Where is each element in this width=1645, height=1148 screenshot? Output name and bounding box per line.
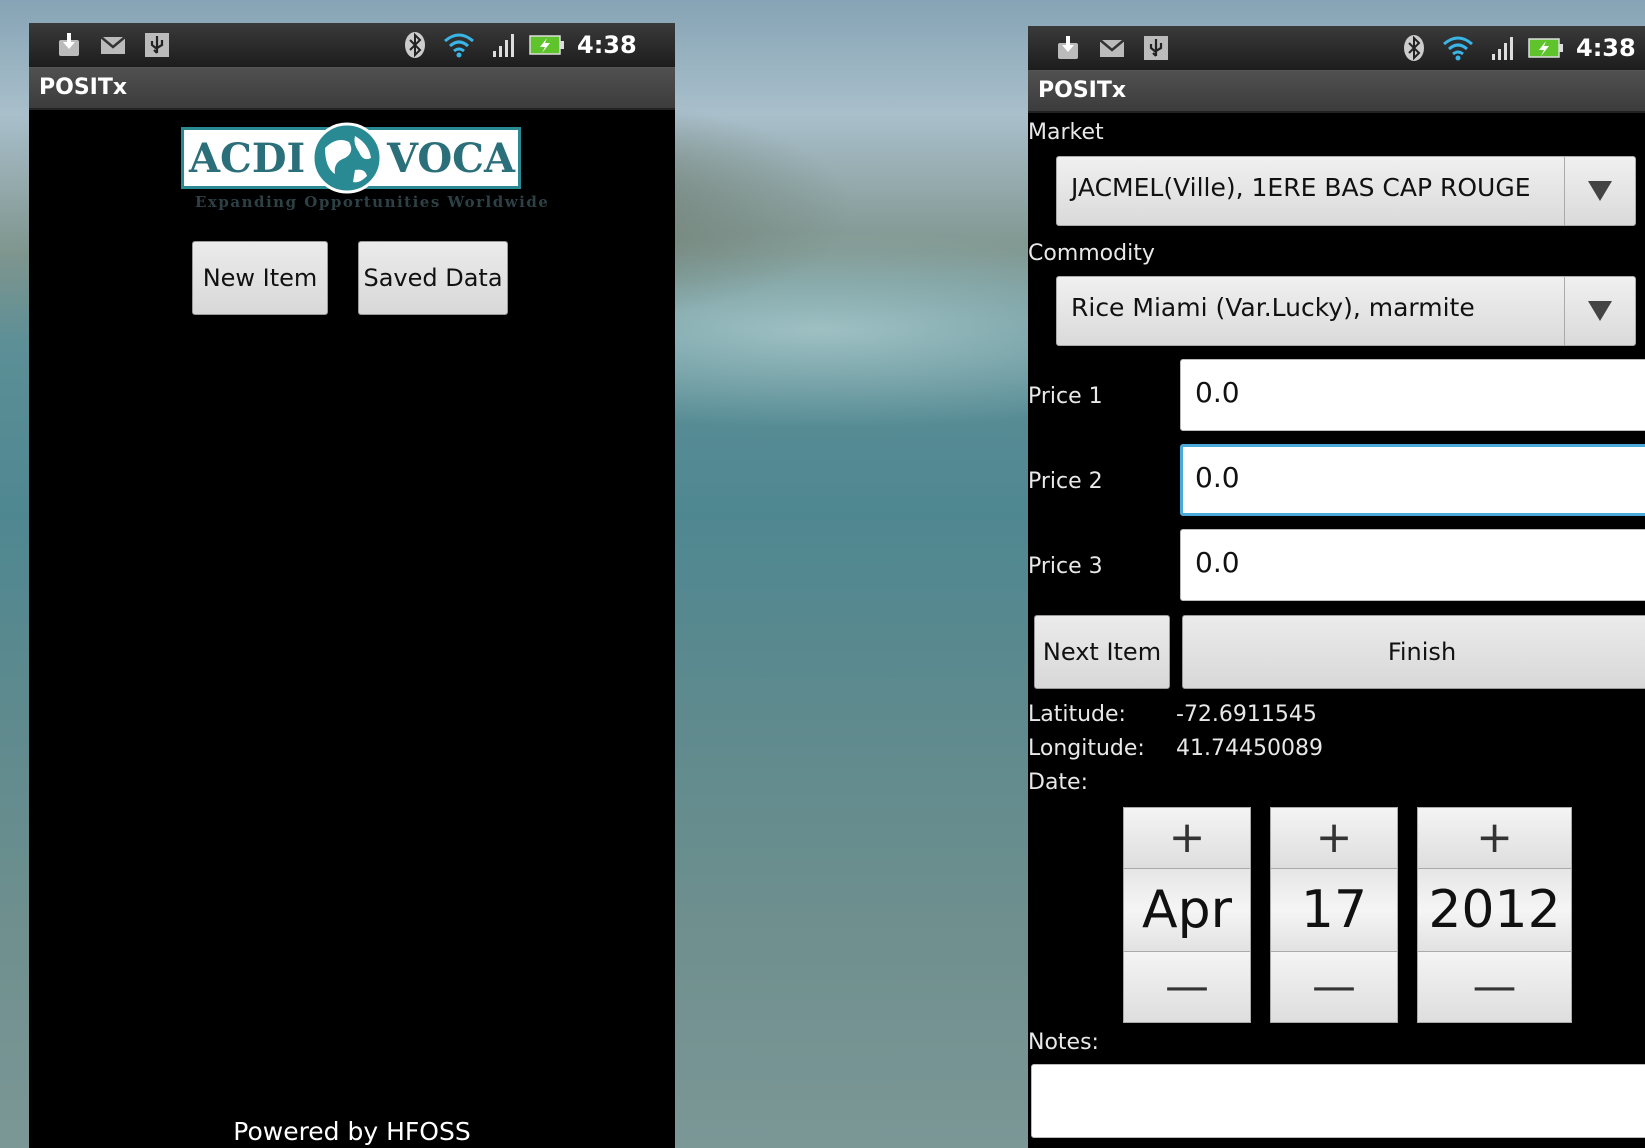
year-picker: + 2012 —	[1417, 807, 1572, 1023]
dropdown-arrow-icon	[1564, 277, 1635, 345]
logo-text-voca: VOCA	[387, 135, 516, 182]
clock: 4:38	[577, 31, 637, 59]
usb-icon	[1144, 36, 1168, 60]
notes-label: Notes:	[1028, 1030, 1099, 1055]
logo-text-acdi: ACDI	[189, 135, 306, 182]
longitude-value: 41.74450089	[1176, 736, 1323, 761]
year-decrement-button[interactable]: —	[1417, 951, 1572, 1023]
usb-icon	[145, 33, 169, 57]
price-3-label: Price 3	[1028, 554, 1103, 579]
finish-button[interactable]: Finish	[1182, 615, 1645, 689]
gmail-icon	[1099, 39, 1125, 57]
longitude-label: Longitude:	[1028, 736, 1145, 761]
bluetooth-icon	[1404, 35, 1424, 61]
right-phone-screen: 4:38 POSITx Market JACMEL(Ville), 1ERE B…	[1028, 26, 1645, 1148]
date-label: Date:	[1028, 770, 1088, 795]
market-dropdown[interactable]: JACMEL(Ville), 1ERE BAS CAP ROUGE	[1056, 156, 1636, 226]
logo-tagline: Expanding Opportunities Worldwide	[195, 193, 550, 211]
day-increment-button[interactable]: +	[1270, 807, 1398, 869]
left-phone-screen: 4:38 POSITx ACDI VOCA Expanding Opportun…	[29, 23, 675, 1148]
globe-icon	[311, 122, 383, 194]
month-picker: + Apr —	[1123, 807, 1251, 1023]
market-selected-value: JACMEL(Ville), 1ERE BAS CAP ROUGE	[1071, 173, 1531, 202]
next-item-button[interactable]: Next Item	[1034, 615, 1170, 689]
year-increment-button[interactable]: +	[1417, 807, 1572, 869]
bluetooth-icon	[405, 32, 425, 58]
app-title-bar: POSITx	[1028, 71, 1645, 113]
latitude-label: Latitude:	[1028, 702, 1126, 727]
app-title: POSITx	[1038, 78, 1127, 103]
app-title: POSITx	[39, 75, 128, 100]
download-icon	[59, 33, 79, 56]
dropdown-arrow-icon	[1564, 157, 1635, 225]
commodity-dropdown[interactable]: Rice Miami (Var.Lucky), marmite	[1056, 276, 1636, 346]
day-decrement-button[interactable]: —	[1270, 951, 1398, 1023]
clock: 4:38	[1576, 34, 1636, 62]
acdi-voca-logo: ACDI VOCA Expanding Opportunities Worldw…	[181, 122, 548, 227]
day-value[interactable]: 17	[1270, 869, 1398, 951]
signal-icon	[1492, 37, 1513, 60]
price-2-label: Price 2	[1028, 469, 1103, 494]
battery-charging-icon	[529, 35, 564, 55]
new-item-button[interactable]: New Item	[192, 241, 328, 315]
month-increment-button[interactable]: +	[1123, 807, 1251, 869]
month-value[interactable]: Apr	[1123, 869, 1251, 951]
saved-data-button[interactable]: Saved Data	[358, 241, 508, 315]
wifi-icon	[444, 33, 474, 58]
latitude-value: -72.6911545	[1176, 702, 1317, 727]
gmail-icon	[100, 36, 126, 54]
commodity-label: Commodity	[1028, 241, 1155, 266]
footer-text: Powered by HFOSS	[233, 1117, 471, 1146]
price-1-input[interactable]: 0.0	[1180, 359, 1645, 431]
battery-charging-icon	[1528, 38, 1563, 58]
wifi-icon	[1443, 36, 1473, 61]
month-decrement-button[interactable]: —	[1123, 951, 1251, 1023]
day-picker: + 17 —	[1270, 807, 1398, 1023]
price-1-label: Price 1	[1028, 384, 1103, 409]
notes-input[interactable]	[1031, 1064, 1645, 1138]
market-label: Market	[1028, 120, 1104, 145]
status-bar: 4:38	[29, 23, 675, 68]
commodity-selected-value: Rice Miami (Var.Lucky), marmite	[1071, 293, 1475, 322]
price-2-input[interactable]: 0.0	[1180, 444, 1645, 516]
download-icon	[1058, 36, 1078, 59]
app-title-bar: POSITx	[29, 68, 675, 110]
price-3-input[interactable]: 0.0	[1180, 529, 1645, 601]
year-value[interactable]: 2012	[1417, 869, 1572, 951]
status-bar: 4:38	[1028, 26, 1645, 71]
signal-icon	[493, 34, 514, 57]
